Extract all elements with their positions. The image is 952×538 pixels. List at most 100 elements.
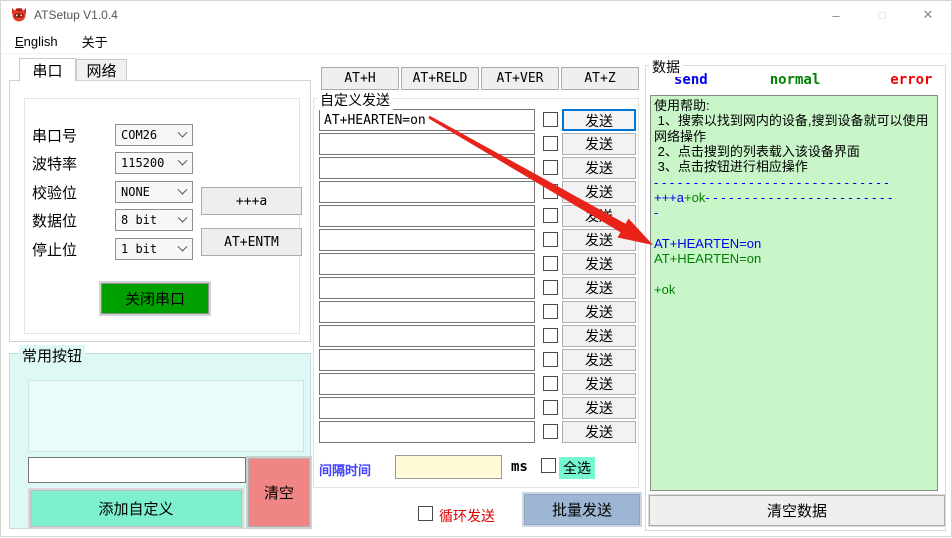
minimize-icon[interactable]: – <box>813 1 859 29</box>
quick-button-at-z[interactable]: AT+Z <box>561 67 639 90</box>
custom-command-input-9[interactable] <box>319 301 535 323</box>
select-all-label[interactable]: 全选 <box>559 457 595 479</box>
menu-item-1[interactable]: 关于 <box>72 29 118 54</box>
send-checkbox-7[interactable] <box>543 256 558 271</box>
custom-command-input-4[interactable] <box>319 181 535 203</box>
interval-unit: ms <box>511 459 528 475</box>
send-button-14[interactable]: 发送 <box>562 421 636 443</box>
log-line: +++a+ok- - - - - - - - - - - - - - - - -… <box>654 190 934 205</box>
common-buttons-list <box>28 380 304 452</box>
send-button-3[interactable]: 发送 <box>562 157 636 179</box>
common-buttons-title: 常用按钮 <box>19 345 85 366</box>
send-button-2[interactable]: 发送 <box>562 133 636 155</box>
log-line: 2、点击搜到的列表载入该设备界面 <box>654 144 934 159</box>
log-line: - <box>654 205 934 220</box>
clear-data-button[interactable]: 清空数据 <box>649 495 945 526</box>
send-button-7[interactable]: 发送 <box>562 253 636 275</box>
send-button-9[interactable]: 发送 <box>562 301 636 323</box>
maximize-icon[interactable]: □ <box>859 1 905 29</box>
menu-bar: English关于 <box>1 29 951 54</box>
tab-network[interactable]: 网络 <box>76 59 127 81</box>
at-entm-button[interactable]: AT+ENTM <box>201 228 302 256</box>
custom-command-input-8[interactable] <box>319 277 535 299</box>
send-button-11[interactable]: 发送 <box>562 349 636 371</box>
chevron-down-icon <box>178 127 188 137</box>
send-button-6[interactable]: 发送 <box>562 229 636 251</box>
send-button-12[interactable]: 发送 <box>562 373 636 395</box>
send-button-1[interactable]: 发送 <box>562 109 636 131</box>
send-checkbox-12[interactable] <box>543 376 558 391</box>
app-window: ATSetup V1.0.4 – □ ✕ English关于 串口 网络 串口号… <box>0 0 952 537</box>
loop-send-checkbox[interactable] <box>418 506 433 521</box>
serial-field-select-1[interactable]: 115200 <box>115 152 193 174</box>
quick-button-at-h[interactable]: AT+H <box>321 67 399 90</box>
send-checkbox-14[interactable] <box>543 424 558 439</box>
send-button-13[interactable]: 发送 <box>562 397 636 419</box>
custom-command-input-7[interactable] <box>319 253 535 275</box>
custom-command-input-14[interactable] <box>319 421 535 443</box>
serial-field-select-4[interactable]: 1 bit <box>115 238 193 260</box>
custom-command-input-11[interactable] <box>319 349 535 371</box>
send-checkbox-5[interactable] <box>543 208 558 223</box>
plus-a-button[interactable]: +++a <box>201 187 302 215</box>
clear-button[interactable]: 清空 <box>248 458 310 527</box>
send-button-8[interactable]: 发送 <box>562 277 636 299</box>
log-line: AT+HEARTEN=on <box>654 251 934 266</box>
custom-command-input-12[interactable] <box>319 373 535 395</box>
window-title: ATSetup V1.0.4 <box>34 8 118 22</box>
interval-label: 间隔时间 <box>319 460 371 479</box>
legend-error: error <box>890 72 932 92</box>
send-checkbox-6[interactable] <box>543 232 558 247</box>
close-serial-button[interactable]: 关闭串口 <box>101 283 209 314</box>
serial-field-label-4: 停止位 <box>32 239 77 260</box>
send-checkbox-2[interactable] <box>543 136 558 151</box>
log-line: - - - - - - - - - - - - - - - - - - - - … <box>654 175 934 190</box>
custom-command-input-1[interactable] <box>319 109 535 131</box>
serial-field-label-0: 串口号 <box>32 125 77 146</box>
serial-field-select-0[interactable]: COM26 <box>115 124 193 146</box>
send-checkbox-10[interactable] <box>543 328 558 343</box>
quick-button-at-reld[interactable]: AT+RELD <box>401 67 479 90</box>
custom-command-input-10[interactable] <box>319 325 535 347</box>
log-line: 1、搜索以找到网内的设备,搜到设备就可以使用网络操作 <box>654 113 934 144</box>
send-button-10[interactable]: 发送 <box>562 325 636 347</box>
custom-command-input-2[interactable] <box>319 133 535 155</box>
quick-button-at-ver[interactable]: AT+VER <box>481 67 559 90</box>
batch-send-button[interactable]: 批量发送 <box>524 494 640 525</box>
serial-field-value-1: 115200 <box>121 156 164 170</box>
log-line: AT+HEARTEN=on <box>654 236 934 251</box>
serial-field-value-4: 1 bit <box>121 242 157 256</box>
serial-field-0: 串口号 COM26 <box>10 124 310 146</box>
send-checkbox-9[interactable] <box>543 304 558 319</box>
app-icon <box>10 6 28 24</box>
add-custom-button[interactable]: 添加自定义 <box>30 490 242 527</box>
serial-field-select-2[interactable]: NONE <box>115 181 193 203</box>
menu-item-0[interactable]: English <box>5 31 68 52</box>
data-legend: send normal error <box>650 72 940 92</box>
close-icon[interactable]: ✕ <box>905 1 951 29</box>
serial-field-select-3[interactable]: 8 bit <box>115 209 193 231</box>
serial-field-value-3: 8 bit <box>121 213 157 227</box>
send-checkbox-1[interactable] <box>543 112 558 127</box>
select-all-checkbox[interactable] <box>541 458 556 473</box>
send-button-4[interactable]: 发送 <box>562 181 636 203</box>
interval-input[interactable] <box>395 455 502 479</box>
send-button-5[interactable]: 发送 <box>562 205 636 227</box>
custom-command-input-3[interactable] <box>319 157 535 179</box>
send-checkbox-8[interactable] <box>543 280 558 295</box>
custom-command-input-6[interactable] <box>319 229 535 251</box>
serial-settings-panel: 串口号COM26波特率115200校验位NONE数据位8 bit停止位1 bit… <box>9 80 311 342</box>
serial-field-label-1: 波特率 <box>32 153 77 174</box>
send-checkbox-4[interactable] <box>543 184 558 199</box>
custom-command-input-13[interactable] <box>319 397 535 419</box>
log-line <box>654 267 934 282</box>
send-checkbox-13[interactable] <box>543 400 558 415</box>
data-log[interactable]: 使用帮助: 1、搜索以找到网内的设备,搜到设备就可以使用网络操作 2、点击搜到的… <box>650 95 938 491</box>
send-checkbox-3[interactable] <box>543 160 558 175</box>
custom-command-input-5[interactable] <box>319 205 535 227</box>
log-line: 3、点击按钮进行相应操作 <box>654 159 934 174</box>
tab-serial[interactable]: 串口 <box>19 58 76 82</box>
loop-send-label: 循环发送 <box>439 506 495 526</box>
custom-command-name-input[interactable] <box>28 457 246 483</box>
send-checkbox-11[interactable] <box>543 352 558 367</box>
